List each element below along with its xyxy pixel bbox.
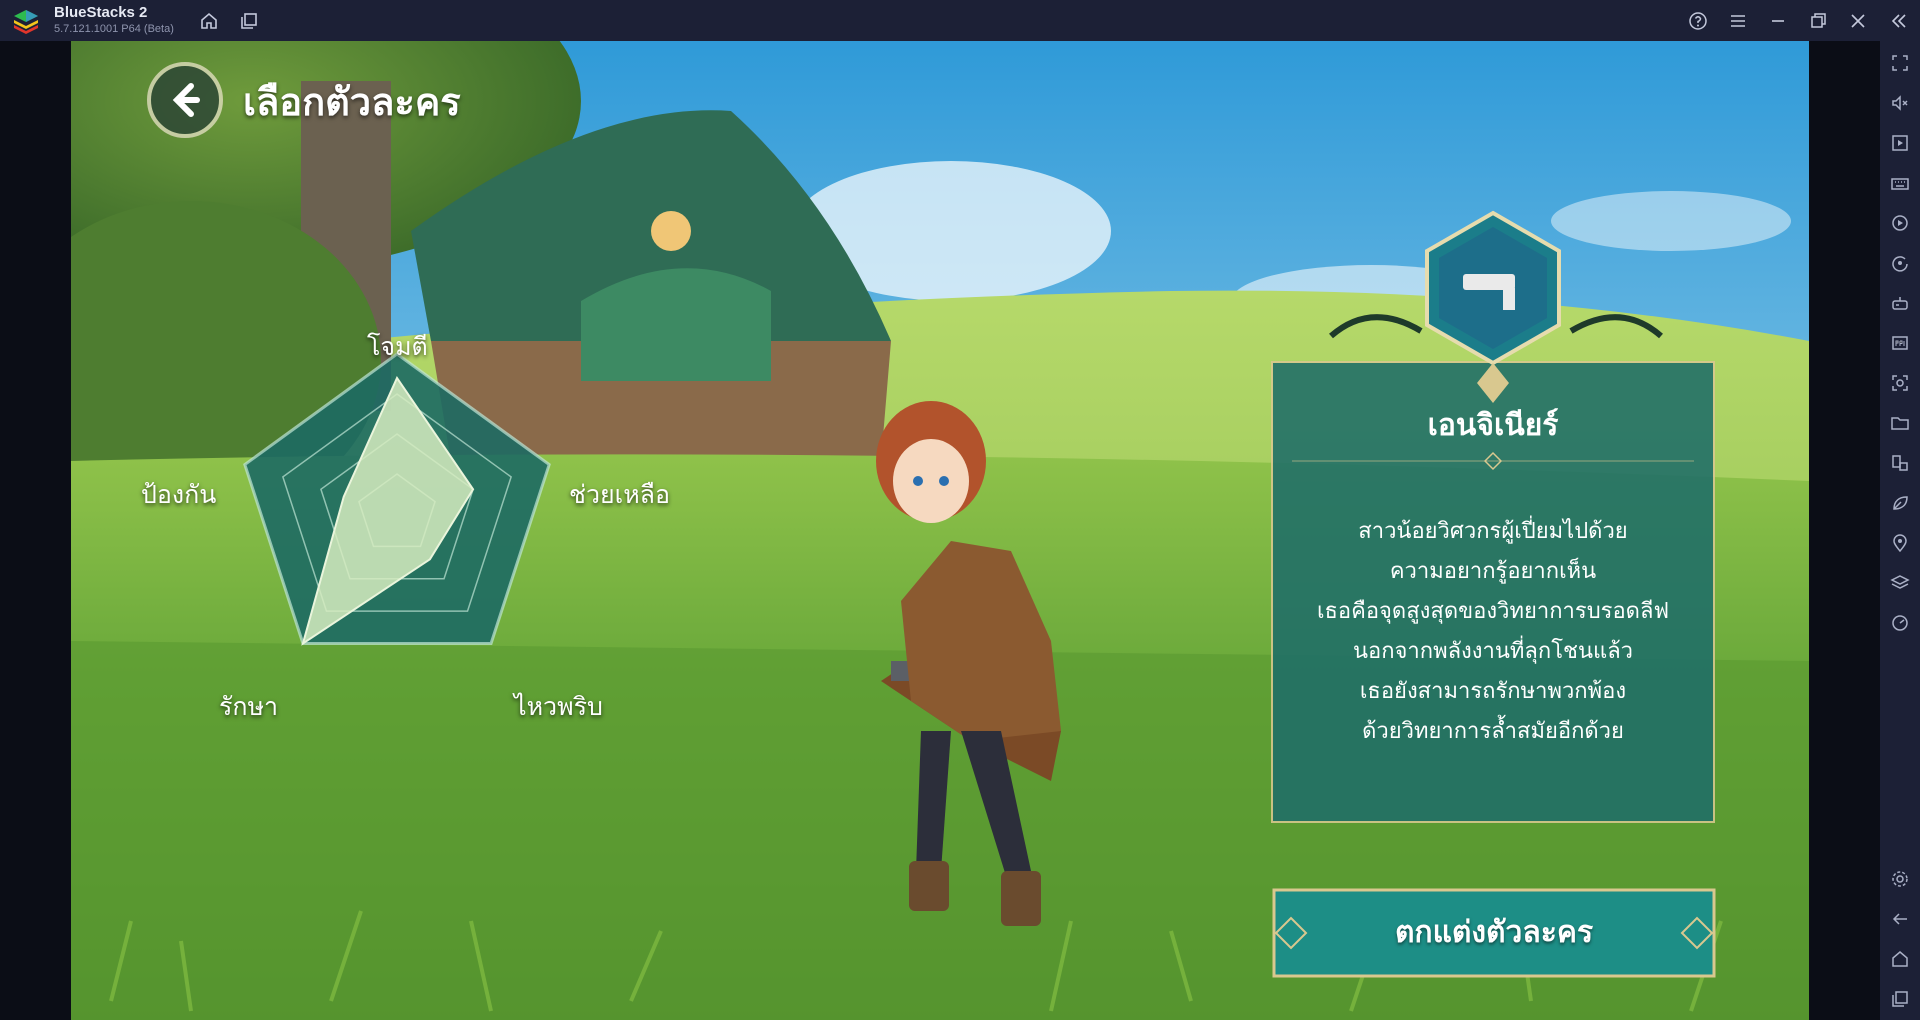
stat-label-support: ช่วยเหลือ: [569, 480, 671, 509]
home-icon[interactable]: [1888, 947, 1912, 971]
customize-character-button[interactable]: ตกแต่งตัวละคร: [1274, 890, 1714, 976]
settings-icon[interactable]: [1888, 867, 1912, 891]
back-button[interactable]: [143, 58, 227, 142]
apk-icon[interactable]: [1888, 331, 1912, 355]
performance-icon[interactable]: [1888, 611, 1912, 635]
keyboard-icon[interactable]: [1888, 171, 1912, 195]
fullscreen-icon[interactable]: [1888, 51, 1912, 75]
menu-icon[interactable]: [1725, 8, 1751, 34]
rotate-icon[interactable]: [1888, 251, 1912, 275]
recent-apps-icon[interactable]: [1888, 987, 1912, 1011]
help-icon[interactable]: [1685, 8, 1711, 34]
volume-icon[interactable]: [1888, 91, 1912, 115]
app-version: 5.7.121.1001 P64 (Beta): [54, 23, 174, 35]
multi-instance-manager-icon[interactable]: [1888, 451, 1912, 475]
home-icon[interactable]: [196, 8, 222, 34]
description-line: ด้วยวิทยาการล้ำสมัยอีกด้วย: [1362, 719, 1624, 744]
eco-mode-icon[interactable]: [1888, 491, 1912, 515]
restore-icon[interactable]: [1805, 8, 1831, 34]
stat-label-defense: ป้องกัน: [141, 480, 217, 509]
screenshot-icon[interactable]: [1888, 371, 1912, 395]
media-icon[interactable]: [1888, 131, 1912, 155]
game-viewport[interactable]: เลือกตัวละคร โจมตี ช่วยเหลือ ไหวพริบ รัก…: [71, 41, 1809, 1020]
back-icon[interactable]: [1888, 907, 1912, 931]
description-line: เธอคือจุดสูงสุดของวิทยาการบรอดลีฟ: [1316, 599, 1670, 624]
location-icon[interactable]: [1888, 531, 1912, 555]
layers-icon[interactable]: [1888, 571, 1912, 595]
stat-label-agility: ไหวพริบ: [514, 692, 603, 721]
minimize-icon[interactable]: [1765, 8, 1791, 34]
customize-button-label: ตกแต่งตัวละคร: [1394, 915, 1594, 950]
app-name: BlueStacks 2: [54, 4, 148, 21]
collapse-sidebar-icon[interactable]: [1886, 8, 1912, 34]
class-description: สาวน้อยวิศวกรผู้เปี่ยมไปด้วย ความอยากรู้…: [1292, 512, 1694, 752]
description-line: สาวน้อยวิศวกรผู้เปี่ยมไปด้วย: [1358, 519, 1628, 544]
multi-instance-icon[interactable]: [236, 8, 262, 34]
description-line: เธอยังสามารถรักษาพวกพ้อง: [1359, 679, 1627, 704]
screen-title: เลือกตัวละคร: [243, 80, 461, 124]
title-bar: BlueStacks 2 5.7.121.1001 P64 (Beta): [0, 0, 1920, 41]
right-sidebar: [1880, 41, 1920, 1020]
description-line: ความอยากรู้อยากเห็น: [1389, 559, 1597, 584]
gamepad-icon[interactable]: [1888, 291, 1912, 315]
close-icon[interactable]: [1845, 8, 1871, 34]
folder-icon[interactable]: [1888, 411, 1912, 435]
description-line: นอกจากพลังงานที่ลุกโชนแล้ว: [1352, 639, 1634, 664]
class-info-panel: เอนจิเนียร์ สาวน้อยวิศวกรผู้เปี่ยมไปด้วย…: [1272, 362, 1714, 822]
bluestacks-logo-icon: [12, 7, 40, 35]
stat-label-heal: รักษา: [219, 692, 279, 721]
macro-icon[interactable]: [1888, 211, 1912, 235]
stat-label-attack: โจมตี: [367, 332, 428, 361]
class-name: เอนจิเนียร์: [1427, 408, 1559, 443]
gun-icon: [1463, 274, 1515, 290]
